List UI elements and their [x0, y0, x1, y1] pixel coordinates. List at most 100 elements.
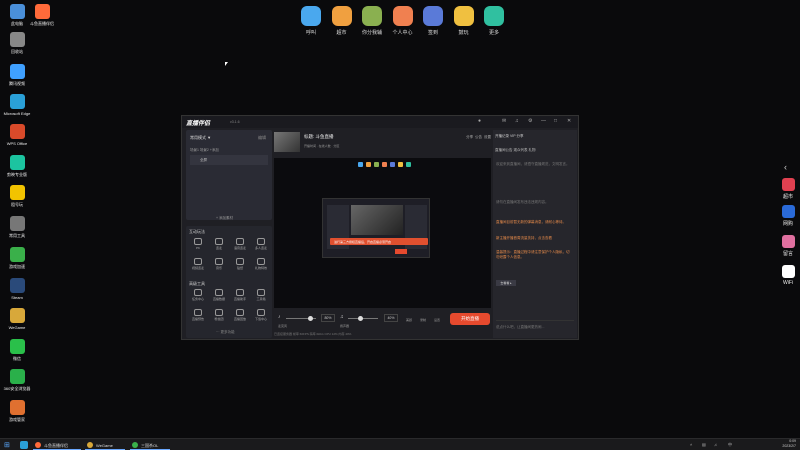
live-settings-button[interactable]: 设置 [434, 318, 440, 322]
tool-button[interactable]: 直播助手 [230, 289, 250, 301]
add-source-button[interactable]: + 添加素材 [216, 216, 233, 221]
dock-item[interactable]: 签到 [421, 6, 445, 36]
desktop-icon[interactable]: 360安全浏览器 [2, 369, 32, 391]
edge-taskbar-icon[interactable] [20, 441, 28, 449]
desktop-icon-label: WPS Office [6, 141, 28, 146]
tool-button[interactable]: 礼物特效 [251, 258, 271, 270]
tool-button[interactable]: 直播回放 [230, 309, 250, 321]
app-icon [34, 4, 50, 19]
network-icon[interactable]: ▤ [702, 442, 706, 447]
chat-tabs[interactable]: 直播间公告 观众列表 礼物 [495, 148, 535, 153]
volume-icon[interactable]: ♫ [714, 442, 717, 447]
dock-item[interactable]: 鼓玩 [452, 6, 476, 36]
mic-volume-value[interactable]: 80% [321, 314, 335, 322]
tool-button[interactable]: 工具箱 [251, 289, 271, 301]
headset-icon[interactable]: ♫ [515, 118, 519, 124]
speaker-slider-track[interactable] [348, 318, 378, 319]
taskbar-app-sanguosha[interactable]: 三国杀OL [130, 441, 170, 450]
tool-button[interactable]: 直播预告 [188, 309, 208, 321]
desktop-icon[interactable]: 常用工具 [2, 216, 32, 238]
stream-title[interactable]: 标题: 斗鱼直播 [304, 134, 334, 140]
mic-slider-knob[interactable] [308, 316, 313, 321]
dock-item[interactable]: 超市 [330, 6, 354, 36]
settings-icon[interactable]: ⚙ [528, 118, 532, 124]
desktop-icon[interactable]: 微信 [2, 339, 32, 361]
wegame-icon [87, 442, 93, 448]
source-item[interactable]: 全屏 [190, 155, 268, 165]
right-top-actions[interactable]: 开播记录 VIP 分享 [495, 134, 524, 139]
tool-label: 直播回放 [233, 317, 246, 321]
scene-mode-select[interactable]: 常用模式 ▼ [190, 135, 211, 141]
tray-up-arrow-icon[interactable]: ˄ [690, 442, 692, 447]
chevron-left-icon[interactable]: ‹ [784, 162, 787, 172]
dock-icon [423, 6, 443, 26]
tool-button[interactable]: 多人连麦 [251, 238, 271, 250]
avatar[interactable]: ● [478, 118, 481, 124]
right-bar-item[interactable]: WiFi [778, 265, 798, 286]
microphone-icon[interactable]: ♪ [278, 314, 281, 320]
windows-start-icon[interactable]: ⊞ [4, 441, 10, 449]
dock-item[interactable]: 个人中心 [391, 6, 415, 36]
tool-button[interactable]: 直播数据 [209, 289, 229, 301]
desktop-icon[interactable]: 斗鱼直播伴侣 [27, 4, 57, 26]
scene-edit-button[interactable]: 编辑 [258, 135, 266, 141]
desktop-icon[interactable]: 回收站 [2, 32, 32, 54]
minimize-icon[interactable]: — [541, 118, 546, 124]
record-button[interactable]: 录制 [420, 318, 426, 322]
close-icon[interactable]: ✕ [567, 118, 571, 124]
tool-button[interactable]: 语音连麦 [230, 238, 250, 250]
chat-input[interactable]: 说点什么吧，让直播间更热闹... [496, 320, 574, 334]
app-logo: 直播伴侣 [186, 121, 211, 127]
tool-button[interactable]: 音乐 [209, 258, 229, 270]
tool-label: 直播预告 [191, 317, 204, 321]
tool-button[interactable]: 贴纸 [230, 258, 250, 270]
desktop-icon[interactable]: 腾讯视频 [2, 64, 32, 86]
taskbar-app-douyu[interactable]: 斗鱼直播伴侣 [33, 441, 81, 450]
tool-label: 礼物特效 [254, 266, 267, 270]
live-preview[interactable]: 进行第三方授权直播后，开启直播必须开启 [274, 158, 491, 308]
tools-section-title: 高级工具 [189, 281, 205, 286]
ime-icon[interactable]: 中 [728, 442, 732, 448]
desktop-icon[interactable]: 租号玩 [2, 185, 32, 207]
desktop-icon[interactable]: WPS Office [2, 124, 32, 146]
stream-cover-thumbnail[interactable] [274, 132, 300, 152]
maximize-icon[interactable]: □ [554, 118, 557, 124]
tool-button[interactable]: 粉丝团 [209, 309, 229, 321]
more-features-button[interactable]: ··· 更多功能 [216, 330, 234, 335]
right-bar-item[interactable]: 网购 [778, 205, 798, 227]
speaker-volume-value[interactable]: 40% [384, 314, 398, 322]
tool-label: 连麦 [215, 246, 222, 250]
notice-button[interactable]: 公告 [475, 135, 482, 139]
desktop-icon[interactable]: 剪映专业版 [2, 155, 32, 177]
tool-icon [236, 238, 244, 245]
taskbar-app-wegame[interactable]: WeGame [85, 441, 125, 450]
speaker-icon[interactable]: ♫ [340, 314, 344, 320]
taskbar-clock[interactable]: 0:09 2023/2/7 [760, 439, 796, 449]
desktop-icon[interactable]: 游戏管家 [2, 400, 32, 422]
desktop-icon[interactable]: 游戏加速 [2, 247, 32, 269]
tool-button[interactable]: 连麦 [209, 238, 229, 250]
share-button[interactable]: 分享 [466, 135, 473, 139]
preview-dock-icon [374, 162, 379, 167]
tool-icon [236, 258, 244, 265]
dock-item[interactable]: 你分我辅 [360, 6, 384, 36]
tool-label: PK [195, 246, 200, 250]
right-bar-item[interactable]: 超市 [778, 178, 798, 200]
tool-button[interactable]: PK [188, 238, 208, 250]
desktop-icon[interactable]: WeGame [2, 308, 32, 330]
tool-button[interactable]: 任务中心 [188, 289, 208, 301]
chat-link-button[interactable]: 去看看 ▸ [496, 280, 516, 286]
stream-settings-button[interactable]: 设置 [484, 135, 491, 139]
dock-item[interactable]: 更多 [482, 6, 506, 36]
beauty-button[interactable]: 美颜 [406, 318, 412, 322]
speaker-slider-knob[interactable] [358, 316, 363, 321]
scene-tabs[interactable]: 场景1 场景2 +添加 [190, 148, 219, 153]
dock-item[interactable]: 呼叫 [299, 6, 323, 36]
tool-button[interactable]: 视频连麦 [188, 258, 208, 270]
tool-button[interactable]: 下载中心 [251, 309, 271, 321]
desktop-icon[interactable]: Steam [2, 278, 32, 300]
right-bar-item[interactable]: 留言 [778, 235, 798, 257]
start-live-button[interactable]: 开始直播 [450, 313, 490, 325]
desktop-icon[interactable]: Microsoft Edge [2, 94, 32, 116]
message-icon[interactable]: ✉ [502, 118, 506, 124]
